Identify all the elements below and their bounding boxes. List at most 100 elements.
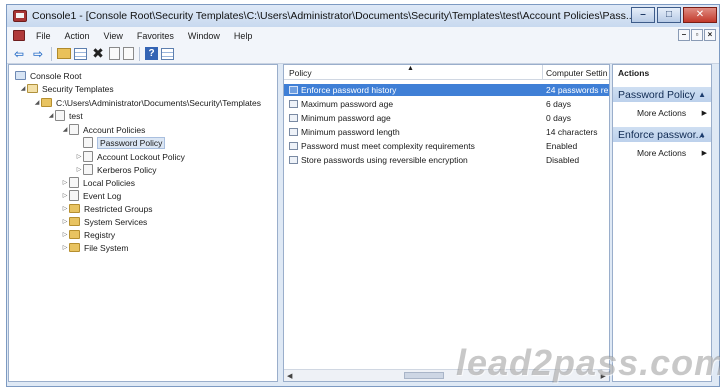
column-divider[interactable] <box>542 65 543 80</box>
collapse-triangle-icon[interactable]: ◢ <box>33 99 41 106</box>
list-row-minimum-password-age[interactable]: Minimum password age 0 days <box>284 112 609 124</box>
policy-value: 0 days <box>546 113 572 123</box>
policy-setting-icon <box>289 114 298 122</box>
menu-favorites[interactable]: Favorites <box>130 31 181 41</box>
policy-name: Enforce password history <box>301 85 397 95</box>
tree-item-kerberos-policy[interactable]: ▷ Kerberos Policy <box>75 163 157 176</box>
actions-section-password-policy[interactable]: Password Policy ▲ <box>613 87 711 102</box>
tree-item-label: File System <box>84 242 129 253</box>
menu-view[interactable]: View <box>97 31 130 41</box>
minimize-button[interactable]: – <box>631 7 655 23</box>
maximize-button[interactable]: □ <box>657 7 681 23</box>
document-system-menu-icon[interactable] <box>13 30 25 41</box>
toolbar: ⇦ ⇨ ✖ ? <box>7 44 719 64</box>
help-icon[interactable]: ? <box>145 47 158 60</box>
policy-setting-icon <box>289 128 298 136</box>
tree-item-console-root[interactable]: Console Root <box>15 69 82 82</box>
policy-setting-icon <box>289 100 298 108</box>
tree-item-password-policy[interactable]: Password Policy <box>83 136 166 149</box>
tree-item-label: Password Policy <box>97 136 166 149</box>
expand-triangle-icon[interactable]: ▷ <box>61 244 69 251</box>
menu-action[interactable]: Action <box>58 31 97 41</box>
console-root-icon <box>15 71 26 80</box>
tree-item-label: Security Templates <box>42 83 114 94</box>
section-label: Password Policy <box>618 88 696 101</box>
folder-icon <box>69 243 80 252</box>
list-row-reversible-encryption[interactable]: Store passwords using reversible encrypt… <box>284 154 609 166</box>
tree-item-restricted-groups[interactable]: ▷ Restricted Groups <box>61 202 153 215</box>
menu-help[interactable]: Help <box>227 31 260 41</box>
tree-item-label: Event Log <box>83 190 122 201</box>
collapse-triangle-icon[interactable]: ◢ <box>19 85 27 92</box>
tree-item-system-services[interactable]: ▷ System Services <box>61 215 148 228</box>
tree-item-label: test <box>69 110 83 121</box>
policy-setting-icon <box>289 86 298 94</box>
expand-triangle-icon[interactable]: ▷ <box>61 218 69 225</box>
scroll-left-icon[interactable]: ◀ <box>287 372 292 380</box>
tree-item-registry[interactable]: ▷ Registry <box>61 228 116 241</box>
mdi-close-button[interactable]: × <box>704 29 716 41</box>
tree-item-event-log[interactable]: ▷ Event Log <box>61 189 121 202</box>
actions-pane: Actions Password Policy ▲ More Actions ▶… <box>612 64 712 382</box>
policy-folder-icon <box>83 137 93 148</box>
mdi-minimize-button[interactable]: – <box>678 29 690 41</box>
collapse-triangle-icon[interactable]: ◢ <box>61 126 69 133</box>
menu-file[interactable]: File <box>29 31 58 41</box>
expand-triangle-icon[interactable]: ▷ <box>75 166 83 173</box>
expand-triangle-icon[interactable]: ▷ <box>61 179 69 186</box>
tree-item-label: Local Policies <box>83 177 135 188</box>
policy-name: Maximum password age <box>301 99 394 109</box>
mdi-restore-button[interactable]: ▫ <box>691 29 703 41</box>
collapse-caret-icon[interactable]: ▲ <box>698 130 706 139</box>
forward-arrow-icon[interactable]: ⇨ <box>30 46 46 61</box>
expand-triangle-icon[interactable]: ▷ <box>61 231 69 238</box>
section-label: Enforce passwor... <box>618 128 705 141</box>
list-row-maximum-password-age[interactable]: Maximum password age 6 days <box>284 98 609 110</box>
toolbar-separator <box>51 46 52 61</box>
collapse-triangle-icon[interactable]: ◢ <box>47 112 55 119</box>
actions-title: Actions <box>618 68 650 78</box>
policy-name: Store passwords using reversible encrypt… <box>301 155 468 165</box>
policy-folder-icon <box>69 177 79 188</box>
template-file-icon <box>55 110 65 121</box>
menu-bar: File Action View Favorites Window Help –… <box>7 27 719 44</box>
tree-item-account-lockout-policy[interactable]: ▷ Account Lockout Policy <box>75 150 185 163</box>
expand-triangle-icon[interactable]: ▷ <box>61 192 69 199</box>
folder-icon <box>69 217 80 226</box>
expand-triangle-icon[interactable]: ▷ <box>61 205 69 212</box>
title-bar[interactable]: Console1 - [Console Root\Security Templa… <box>7 5 719 27</box>
menu-window[interactable]: Window <box>181 31 227 41</box>
export-list-icon[interactable] <box>123 47 134 60</box>
show-hide-tree-icon[interactable] <box>74 47 87 60</box>
list-row-minimum-password-length[interactable]: Minimum password length 14 characters <box>284 126 609 138</box>
policy-setting-icon <box>289 156 298 164</box>
close-button[interactable]: ✕ <box>683 7 717 23</box>
tree-item-local-policies[interactable]: ▷ Local Policies <box>61 176 135 189</box>
list-row-password-complexity[interactable]: Password must meet complexity requiremen… <box>284 140 609 152</box>
show-hide-action-pane-icon[interactable] <box>161 47 174 60</box>
back-arrow-icon[interactable]: ⇦ <box>11 46 27 61</box>
more-actions-link[interactable]: More Actions <box>637 148 686 158</box>
tree-item-templates-path[interactable]: ◢ C:\Users\Administrator\Documents\Secur… <box>33 96 261 109</box>
tree-item-test[interactable]: ◢ test <box>47 109 83 122</box>
properties-icon[interactable] <box>109 47 120 60</box>
actions-section-enforce-password[interactable]: Enforce passwor... ▲ <box>613 127 711 142</box>
column-header-computer-setting[interactable]: Computer Settin <box>546 68 609 78</box>
list-row-enforce-password-history[interactable]: Enforce password history 24 passwords re <box>284 84 609 96</box>
policy-value: 14 characters <box>546 127 598 137</box>
tree-item-security-templates[interactable]: ◢ Security Templates <box>19 82 114 95</box>
column-header-policy[interactable]: Policy <box>289 68 312 78</box>
scrollbar-thumb[interactable] <box>404 372 444 379</box>
mdi-controls: – ▫ × <box>678 29 716 41</box>
delete-icon[interactable]: ✖ <box>90 45 106 61</box>
collapse-caret-icon[interactable]: ▲ <box>698 90 706 99</box>
more-actions-link[interactable]: More Actions <box>637 108 686 118</box>
tree-item-label: Registry <box>84 229 116 240</box>
tree-item-file-system[interactable]: ▷ File System <box>61 241 129 254</box>
expand-triangle-icon[interactable]: ▷ <box>75 153 83 160</box>
up-folder-icon[interactable] <box>57 48 71 59</box>
mmc-app-icon[interactable] <box>13 10 27 22</box>
policy-list[interactable]: Policy ▲ Computer Settin Enforce passwor… <box>283 64 610 382</box>
console-tree[interactable]: Console Root ◢ Security Templates ◢ C:\U… <box>8 64 278 382</box>
tree-item-account-policies[interactable]: ◢ Account Policies <box>61 123 145 136</box>
